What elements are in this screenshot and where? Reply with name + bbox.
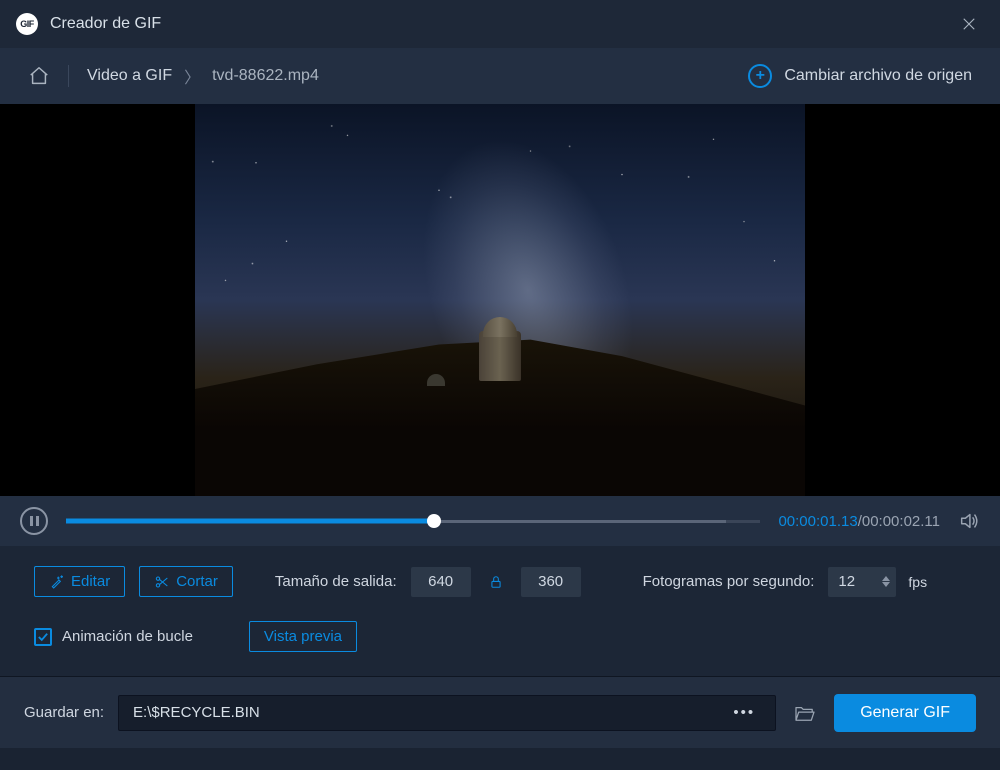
loop-checkbox[interactable]: Animación de bucle bbox=[34, 628, 193, 646]
footer: Guardar en: E:\$RECYCLE.BIN ••• Generar … bbox=[0, 676, 1000, 748]
home-icon bbox=[28, 65, 50, 87]
volume-button[interactable] bbox=[958, 510, 980, 532]
seek-thumb[interactable] bbox=[427, 514, 441, 528]
home-button[interactable] bbox=[28, 65, 50, 87]
change-source-button[interactable]: + Cambiar archivo de origen bbox=[748, 64, 972, 88]
browse-path-button[interactable]: ••• bbox=[727, 704, 761, 721]
change-source-label: Cambiar archivo de origen bbox=[784, 67, 972, 85]
edit-label: Editar bbox=[71, 573, 110, 590]
open-folder-button[interactable] bbox=[790, 700, 820, 726]
time-current: 00:00:01.13 bbox=[778, 513, 857, 530]
spinner-up-icon[interactable] bbox=[882, 576, 890, 581]
width-input[interactable] bbox=[411, 567, 471, 597]
fps-unit: fps bbox=[908, 574, 927, 590]
breadcrumb-link[interactable]: Video a GIF bbox=[87, 67, 172, 85]
time-display: 00:00:01.13/00:00:02.11 bbox=[778, 513, 940, 530]
output-size-label: Tamaño de salida: bbox=[275, 573, 397, 590]
output-path-value: E:\$RECYCLE.BIN bbox=[133, 704, 260, 721]
preview-label: Vista previa bbox=[264, 628, 342, 645]
video-preview bbox=[0, 104, 1000, 496]
breadcrumb-row: Video a GIF 〉 tvd-88622.mp4 + Cambiar ar… bbox=[0, 48, 1000, 104]
cut-button[interactable]: Cortar bbox=[139, 566, 233, 597]
time-duration: 00:00:02.11 bbox=[862, 513, 940, 530]
seek-bar[interactable] bbox=[66, 511, 760, 531]
height-input[interactable] bbox=[521, 567, 581, 597]
generate-gif-button[interactable]: Generar GIF bbox=[834, 694, 976, 732]
loop-label: Animación de bucle bbox=[62, 628, 193, 645]
fps-spinner[interactable]: 12 bbox=[828, 567, 896, 597]
generate-label: Generar GIF bbox=[860, 704, 950, 721]
save-in-label: Guardar en: bbox=[24, 704, 104, 721]
divider bbox=[68, 65, 69, 87]
fps-value: 12 bbox=[838, 573, 855, 590]
folder-open-icon bbox=[794, 704, 816, 722]
wand-icon bbox=[49, 574, 65, 590]
pause-button[interactable] bbox=[20, 507, 48, 535]
close-button[interactable] bbox=[954, 9, 984, 39]
output-path-field[interactable]: E:\$RECYCLE.BIN ••• bbox=[118, 695, 776, 731]
cut-label: Cortar bbox=[176, 573, 218, 590]
spinner-down-icon[interactable] bbox=[882, 582, 890, 587]
app-logo-icon: GIF bbox=[16, 13, 38, 35]
settings-panel: Editar Cortar Tamaño de salida: Fotogram… bbox=[0, 546, 1000, 676]
lock-aspect-button[interactable] bbox=[489, 574, 503, 590]
scissors-icon bbox=[154, 574, 170, 590]
video-frame bbox=[195, 104, 805, 496]
playback-controls: 00:00:01.13/00:00:02.11 bbox=[0, 496, 1000, 546]
app-title: Creador de GIF bbox=[50, 15, 954, 33]
titlebar: GIF Creador de GIF bbox=[0, 0, 1000, 48]
plus-circle-icon: + bbox=[748, 64, 772, 88]
volume-icon bbox=[958, 510, 980, 532]
preview-button[interactable]: Vista previa bbox=[249, 621, 357, 652]
checkmark-icon bbox=[37, 632, 49, 642]
close-icon bbox=[960, 15, 978, 33]
pause-icon bbox=[30, 516, 39, 526]
edit-button[interactable]: Editar bbox=[34, 566, 125, 597]
breadcrumb-current-file: tvd-88622.mp4 bbox=[212, 67, 319, 85]
checkbox-icon bbox=[34, 628, 52, 646]
fps-label: Fotogramas por segundo: bbox=[643, 573, 815, 590]
lock-icon bbox=[489, 574, 503, 590]
chevron-right-icon: 〉 bbox=[184, 64, 200, 88]
